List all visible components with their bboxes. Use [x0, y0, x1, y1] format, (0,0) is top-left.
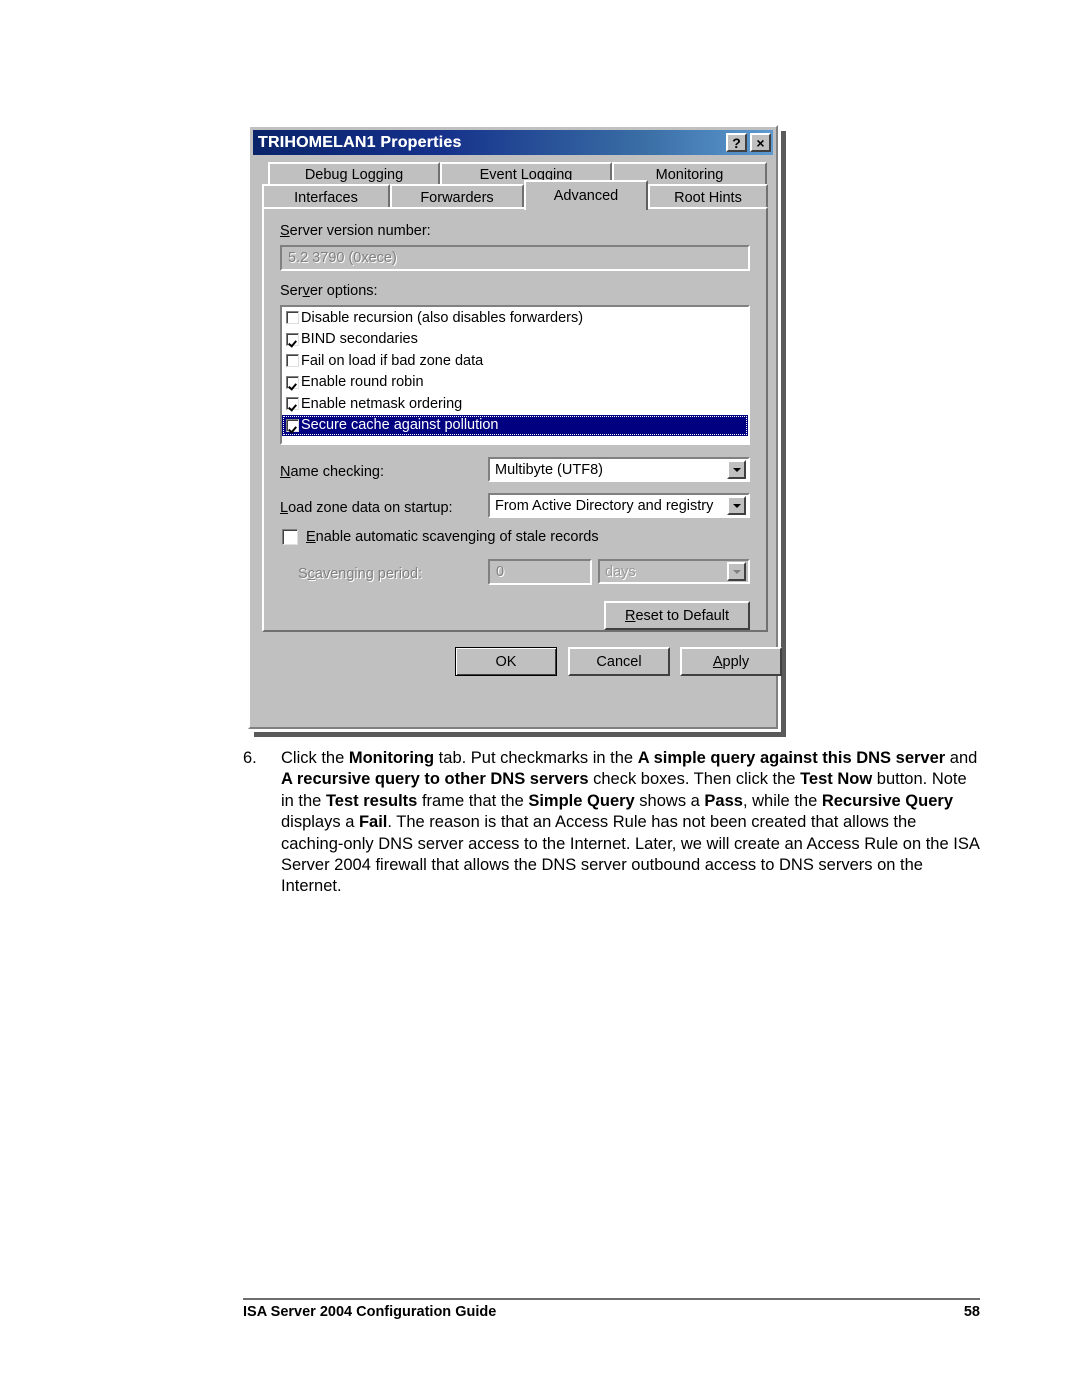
- step-paragraph: 6. Click the Monitoring tab. Put checkma…: [243, 748, 980, 898]
- load-zone-label: Load zone data on startup:: [280, 500, 453, 516]
- server-options-listbox[interactable]: Disable recursion (also disables forward…: [280, 305, 750, 445]
- chevron-down-icon[interactable]: [727, 496, 746, 515]
- list-item[interactable]: Fail on load if bad zone data: [282, 350, 748, 372]
- footer-divider: [243, 1298, 980, 1300]
- chevron-down-icon: [727, 562, 746, 581]
- step-emphasis: Monitoring: [348, 749, 435, 767]
- step-text: Click the Monitoring tab. Put checkmarks…: [281, 748, 980, 898]
- tab-strip: Debug Logging Event Logging Monitoring I…: [262, 162, 768, 210]
- step-emphasis: A recursive query to other DNS servers: [281, 770, 589, 789]
- scavenging-units-combo: days: [598, 559, 750, 584]
- reset-to-default-button[interactable]: Reset to Default: [604, 601, 750, 630]
- list-item[interactable]: Enable round robin: [282, 372, 748, 394]
- list-item[interactable]: BIND secondaries: [282, 329, 748, 351]
- tab-advanced[interactable]: Advanced: [524, 180, 648, 210]
- advanced-tab-panel: Server version number: 5.2 3790 (0xece) …: [262, 207, 768, 632]
- step-emphasis: Recursive Query: [821, 791, 953, 810]
- list-item[interactable]: Disable recursion (also disables forward…: [282, 307, 748, 329]
- checkbox-unchecked-icon[interactable]: [282, 529, 298, 545]
- scavenging-units-value: days: [605, 563, 636, 580]
- server-options-label: Server options:: [280, 283, 378, 299]
- chevron-down-icon[interactable]: [727, 460, 746, 479]
- scavenging-enable-row[interactable]: Enable automatic scavenging of stale rec…: [282, 529, 599, 545]
- titlebar-button-group: ? ×: [726, 133, 771, 152]
- step-emphasis: Simple Query: [528, 791, 635, 810]
- scavenging-period-field: 0: [488, 559, 592, 585]
- checkbox-unchecked-icon[interactable]: [286, 354, 299, 368]
- checkbox-checked-icon[interactable]: [286, 418, 299, 432]
- page-footer: ISA Server 2004 Configuration Guide 58: [243, 1304, 980, 1320]
- load-zone-combo[interactable]: From Active Directory and registry: [488, 493, 750, 518]
- step-emphasis: Pass: [704, 791, 743, 810]
- footer-title: ISA Server 2004 Configuration Guide: [243, 1304, 497, 1320]
- server-version-label: Server version number:: [280, 223, 431, 239]
- step-text-run: check boxes. Then click the: [588, 770, 801, 789]
- checkbox-checked-icon[interactable]: [286, 332, 299, 346]
- list-item-label: Disable recursion (also disables forward…: [301, 309, 584, 326]
- step-text-run: displays a: [281, 813, 359, 832]
- step-text-run: tab. Put checkmarks in the: [434, 749, 638, 767]
- scavenging-period-label: Scavenging period:: [298, 566, 423, 582]
- checkbox-checked-icon[interactable]: [286, 397, 299, 411]
- step-emphasis: A simple query against this DNS server: [637, 749, 946, 767]
- step-text-run: frame that the: [417, 791, 529, 810]
- dialog-shadow-bottom: [254, 732, 786, 737]
- cancel-button[interactable]: Cancel: [568, 647, 670, 676]
- list-item-selected[interactable]: Secure cache against pollution: [282, 414, 748, 436]
- dns-properties-dialog: TRIHOMELAN1 Properties ? × Debug Logging…: [248, 125, 786, 737]
- list-item-label: Enable round robin: [301, 374, 424, 391]
- step-number: 6.: [243, 749, 257, 767]
- list-item-label: Secure cache against pollution: [301, 417, 499, 434]
- list-item-label: Fail on load if bad zone data: [301, 352, 484, 369]
- ok-button[interactable]: OK: [455, 647, 557, 676]
- tab-debug-logging[interactable]: Debug Logging: [268, 162, 440, 186]
- step-emphasis: Fail: [358, 813, 388, 832]
- footer-page-number: 58: [963, 1304, 980, 1320]
- checkbox-checked-icon[interactable]: [286, 375, 299, 389]
- checkbox-unchecked-icon[interactable]: [286, 311, 299, 325]
- list-item[interactable]: Enable netmask ordering: [282, 393, 748, 415]
- dialog-titlebar[interactable]: TRIHOMELAN1 Properties ? ×: [253, 130, 773, 155]
- step-text-run: and: [945, 749, 978, 767]
- help-button[interactable]: ?: [726, 133, 747, 152]
- server-version-field: 5.2 3790 (0xece): [280, 245, 750, 271]
- name-checking-value: Multibyte (UTF8): [495, 461, 603, 478]
- name-checking-combo[interactable]: Multibyte (UTF8): [488, 457, 750, 482]
- step-emphasis: Test results: [325, 791, 418, 810]
- step-emphasis: Test Now: [800, 770, 873, 789]
- step-text-run: Click the: [281, 749, 349, 767]
- list-item-label: Enable netmask ordering: [301, 395, 463, 412]
- load-zone-value: From Active Directory and registry: [495, 497, 714, 514]
- dialog-frame: TRIHOMELAN1 Properties ? × Debug Logging…: [248, 125, 782, 729]
- scavenging-enable-label: Enable automatic scavenging of stale rec…: [306, 529, 599, 545]
- list-item-label: BIND secondaries: [301, 331, 418, 348]
- dialog-title: TRIHOMELAN1 Properties: [258, 133, 462, 151]
- step-text-run: shows a: [634, 791, 705, 810]
- apply-button[interactable]: Apply: [680, 647, 782, 676]
- name-checking-label: Name checking:: [280, 464, 384, 480]
- step-text-run: , while the: [742, 791, 822, 810]
- close-button[interactable]: ×: [750, 133, 771, 152]
